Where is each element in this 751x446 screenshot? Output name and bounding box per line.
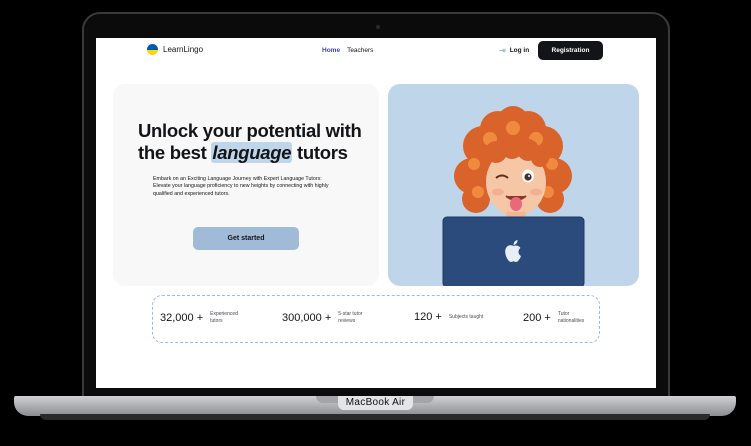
page-title: Unlock your potential with the best lang… [138, 120, 362, 163]
memoji-with-laptop-illustration [442, 106, 585, 286]
browser-screen: LearnLingo Home Teachers ⇥ Log in Regist… [96, 38, 656, 388]
hero-illustration [388, 84, 639, 286]
main-nav: Home Teachers [322, 47, 373, 54]
ukraine-flag-icon [147, 44, 158, 55]
login-label: Log in [509, 47, 530, 54]
stat-subjects: 120 + Subjects taught [414, 311, 499, 323]
stat-value: 32,000 + [160, 311, 204, 324]
hero-description: Embark on an Exciting Language Journey w… [153, 176, 329, 197]
login-button[interactable]: ⇥ Log in [499, 46, 529, 55]
stat-reviews: 300,000 + 5-star tutor reviews [282, 311, 372, 324]
stat-tutors: 32,000 + Experienced tutors [160, 311, 246, 324]
stat-value: 120 + [414, 311, 442, 323]
stat-value: 200 + [523, 311, 551, 324]
nav-home[interactable]: Home [322, 47, 340, 54]
title-highlight: language [211, 142, 293, 163]
get-started-button[interactable]: Get started [193, 227, 299, 250]
nav-teachers[interactable]: Teachers [347, 47, 373, 54]
stat-label: Subjects taught [448, 313, 484, 320]
device-model-label: MacBook Air [0, 396, 751, 410]
stat-value: 300,000 + [282, 311, 332, 324]
login-arrow-icon: ⇥ [499, 46, 506, 55]
stat-nationalities: 200 + Tutor nationalities [523, 311, 592, 324]
laptop-base-shadow [40, 414, 710, 420]
stats-bar: 32,000 + Experienced tutors 300,000 + 5-… [152, 295, 600, 343]
camera-dot [376, 25, 380, 29]
logo[interactable]: LearnLingo [147, 44, 203, 55]
registration-button[interactable]: Registration [538, 41, 603, 60]
stat-label: Tutor nationalities [557, 311, 585, 324]
stat-label: 5-star tutor reviews [338, 311, 363, 324]
stat-label: Experienced tutors [210, 311, 238, 324]
logo-text: LearnLingo [163, 45, 204, 54]
hero-panel: Unlock your potential with the best lang… [113, 84, 379, 286]
